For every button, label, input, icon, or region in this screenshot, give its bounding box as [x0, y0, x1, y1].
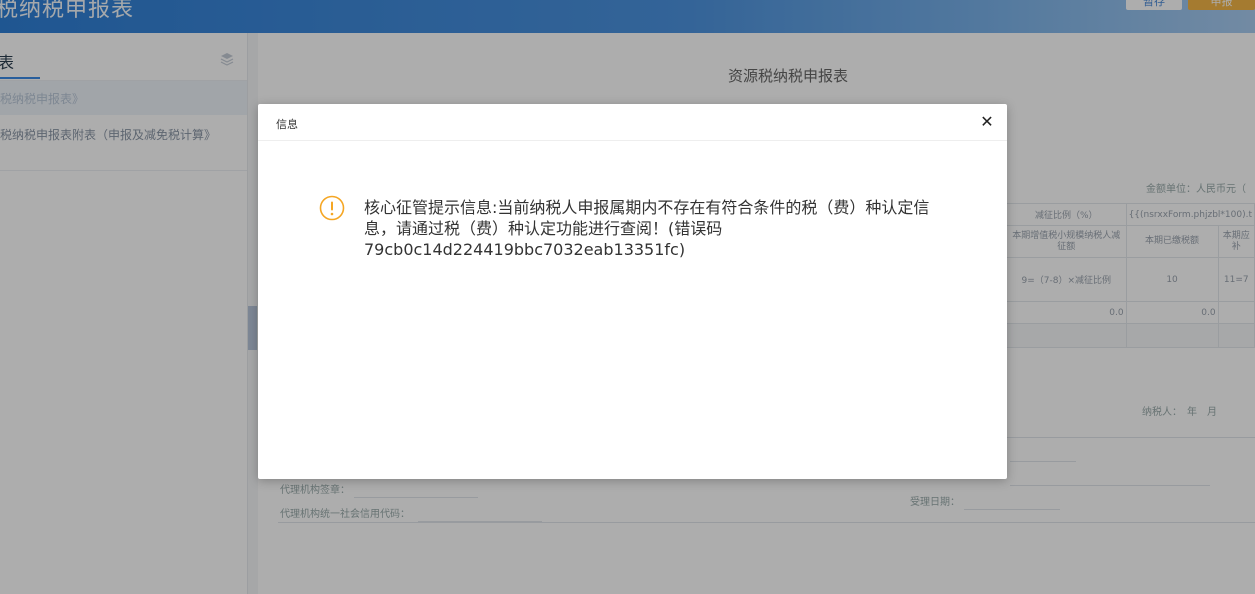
info-dialog: 信息 ✕ 核心征管提示信息:当前纳税人申报属期内不存在有符合条件的税（费）种认定…	[258, 104, 1007, 479]
dialog-title: 信息	[276, 118, 298, 131]
dialog-message: 核心征管提示信息:当前纳税人申报属期内不存在有符合条件的税（费）种认定信息，请通…	[364, 198, 930, 259]
close-icon[interactable]: ✕	[978, 113, 996, 131]
warning-icon	[319, 195, 345, 221]
dialog-header: 信息 ✕	[258, 104, 1007, 141]
